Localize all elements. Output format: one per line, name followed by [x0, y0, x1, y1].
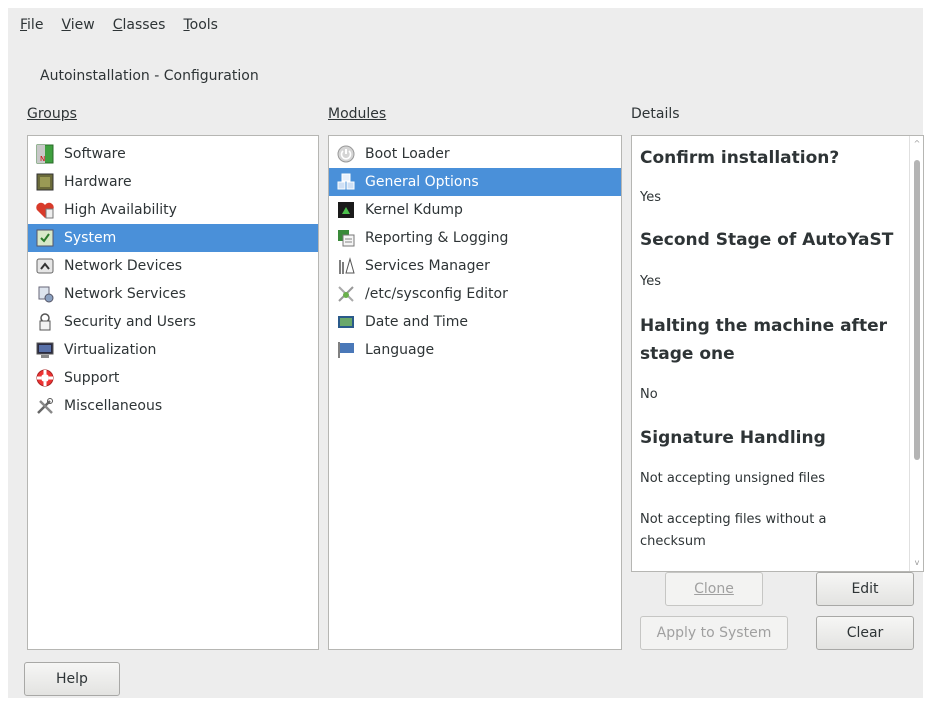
group-item-support[interactable]: Support [28, 364, 318, 392]
heart-icon [34, 199, 56, 221]
detail-value-checksum-1: Not accepting files without a [640, 512, 827, 527]
group-item-miscellaneous[interactable]: Miscellaneous [28, 392, 318, 420]
reporting-icon [335, 227, 357, 249]
detail-heading-second-stage: Second Stage of AutoYaST [640, 230, 894, 250]
services-icon [335, 255, 357, 277]
detail-heading-confirm: Confirm installation? [640, 148, 840, 168]
groups-list[interactable]: N Software Hardware High Availability Sy… [27, 135, 319, 650]
network-devices-icon [34, 255, 56, 277]
group-item-high-availability[interactable]: High Availability [28, 196, 318, 224]
svg-text:N: N [40, 155, 45, 163]
apply-to-system-button[interactable]: Apply to System [640, 616, 788, 650]
menu-file[interactable]: File [20, 17, 43, 39]
details-label: Details [631, 106, 680, 122]
detail-value-halting: No [640, 387, 658, 402]
menu-bar: File View Classes Tools [20, 17, 236, 39]
detail-heading-halting-1: Halting the machine after [640, 316, 887, 336]
network-services-icon [34, 283, 56, 305]
group-item-hardware[interactable]: Hardware [28, 168, 318, 196]
date-time-icon [335, 311, 357, 333]
detail-heading-halting-2: stage one [640, 344, 735, 364]
software-icon: N [34, 143, 56, 165]
detail-value-checksum-2: checksum [640, 534, 706, 549]
groups-label: Groups [27, 106, 77, 122]
system-icon [34, 227, 56, 249]
clone-button[interactable]: Clone [665, 572, 763, 606]
menu-classes[interactable]: Classes [113, 17, 166, 39]
lifebuoy-icon [34, 367, 56, 389]
scroll-down-icon[interactable]: v [913, 559, 921, 567]
details-content: Confirm installation? Yes Second Stage o… [632, 136, 909, 571]
power-icon [335, 143, 357, 165]
dialog-title: Autoinstallation - Configuration [40, 68, 259, 84]
detail-value-unsigned: Not accepting unsigned files [640, 471, 826, 486]
detail-value-confirm: Yes [640, 190, 661, 205]
details-pane[interactable]: Confirm installation? Yes Second Stage o… [631, 135, 924, 572]
group-item-network-devices[interactable]: Network Devices [28, 252, 318, 280]
virtualization-icon [34, 339, 56, 361]
security-icon [34, 311, 56, 333]
module-item-kernel-kdump[interactable]: Kernel Kdump [329, 196, 621, 224]
module-item-language[interactable]: Language [329, 336, 621, 364]
modules-list[interactable]: Boot Loader General Options Kernel Kdump… [328, 135, 622, 650]
language-flag-icon [335, 339, 357, 361]
edit-button[interactable]: Edit [816, 572, 914, 606]
general-options-icon [335, 171, 357, 193]
main-window: File View Classes Tools Autoinstallation… [8, 8, 924, 698]
module-item-services-manager[interactable]: Services Manager [329, 252, 621, 280]
menu-tools[interactable]: Tools [183, 17, 218, 39]
group-item-virtualization[interactable]: Virtualization [28, 336, 318, 364]
detail-value-second-stage: Yes [640, 274, 661, 289]
module-item-reporting-logging[interactable]: Reporting & Logging [329, 224, 621, 252]
details-scrollbar[interactable]: ^ v [909, 136, 923, 571]
clear-button[interactable]: Clear [816, 616, 914, 650]
scroll-up-icon[interactable]: ^ [913, 140, 921, 148]
group-item-network-services[interactable]: Network Services [28, 280, 318, 308]
module-item-sysconfig-editor[interactable]: /etc/sysconfig Editor [329, 280, 621, 308]
group-item-software[interactable]: N Software [28, 140, 318, 168]
detail-heading-signature: Signature Handling [640, 428, 826, 448]
scrollbar-thumb[interactable] [914, 160, 920, 460]
tools-icon [34, 395, 56, 417]
module-item-boot-loader[interactable]: Boot Loader [329, 140, 621, 168]
menu-view[interactable]: View [61, 17, 94, 39]
group-item-security-users[interactable]: Security and Users [28, 308, 318, 336]
group-item-system[interactable]: System [28, 224, 318, 252]
kdump-icon [335, 199, 357, 221]
help-button[interactable]: Help [24, 662, 120, 696]
module-item-general-options[interactable]: General Options [329, 168, 621, 196]
hardware-icon [34, 171, 56, 193]
module-item-date-time[interactable]: Date and Time [329, 308, 621, 336]
modules-label: Modules [328, 106, 387, 122]
sysconfig-icon [335, 283, 357, 305]
